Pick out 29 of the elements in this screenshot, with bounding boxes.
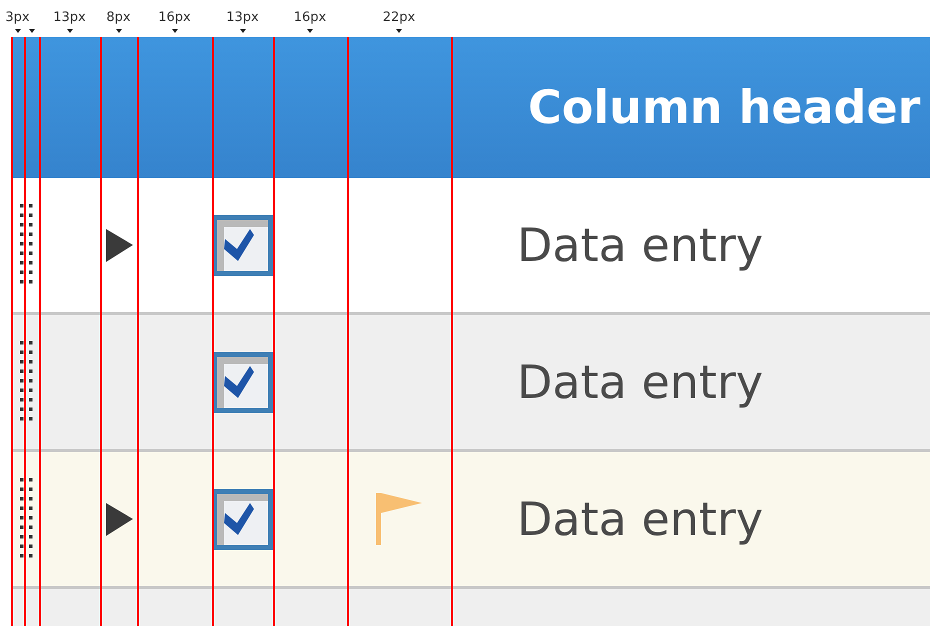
pointer-icon <box>14 29 20 33</box>
measurement-label: 3px <box>5 9 30 27</box>
pointer-icon <box>172 29 178 33</box>
checkbox[interactable] <box>212 352 273 412</box>
pointer-icon <box>396 29 402 33</box>
drag-handle-icon[interactable] <box>20 204 32 286</box>
column-header[interactable]: Column header <box>528 73 920 142</box>
pointer-icon <box>29 29 35 33</box>
table-row[interactable]: Data entry <box>11 315 930 452</box>
data-entry-text: Data entry <box>517 216 764 274</box>
measurement-label: 16px <box>158 9 191 27</box>
pointer-icon <box>116 29 122 33</box>
checkbox[interactable] <box>212 488 273 550</box>
measurement-label: 16px <box>294 9 326 27</box>
drag-handle-icon[interactable] <box>20 478 32 560</box>
checkbox[interactable] <box>212 214 273 276</box>
measurement-label: 13px <box>226 9 259 27</box>
pointer-icon <box>307 29 313 33</box>
expand-arrow-icon[interactable] <box>104 228 133 262</box>
measurement-label: 13px <box>53 9 86 27</box>
data-entry-text: Data entry <box>517 490 764 548</box>
drag-handle-icon[interactable] <box>20 341 32 423</box>
expand-arrow-icon[interactable] <box>104 502 133 536</box>
pointer-icon <box>240 29 246 33</box>
data-entry-text: Data entry <box>517 354 764 410</box>
pointer-icon <box>66 29 72 33</box>
measurement-label: 8px <box>106 9 131 27</box>
table-row[interactable]: Data entry <box>11 452 930 589</box>
measurement-label: 22px <box>382 9 416 27</box>
